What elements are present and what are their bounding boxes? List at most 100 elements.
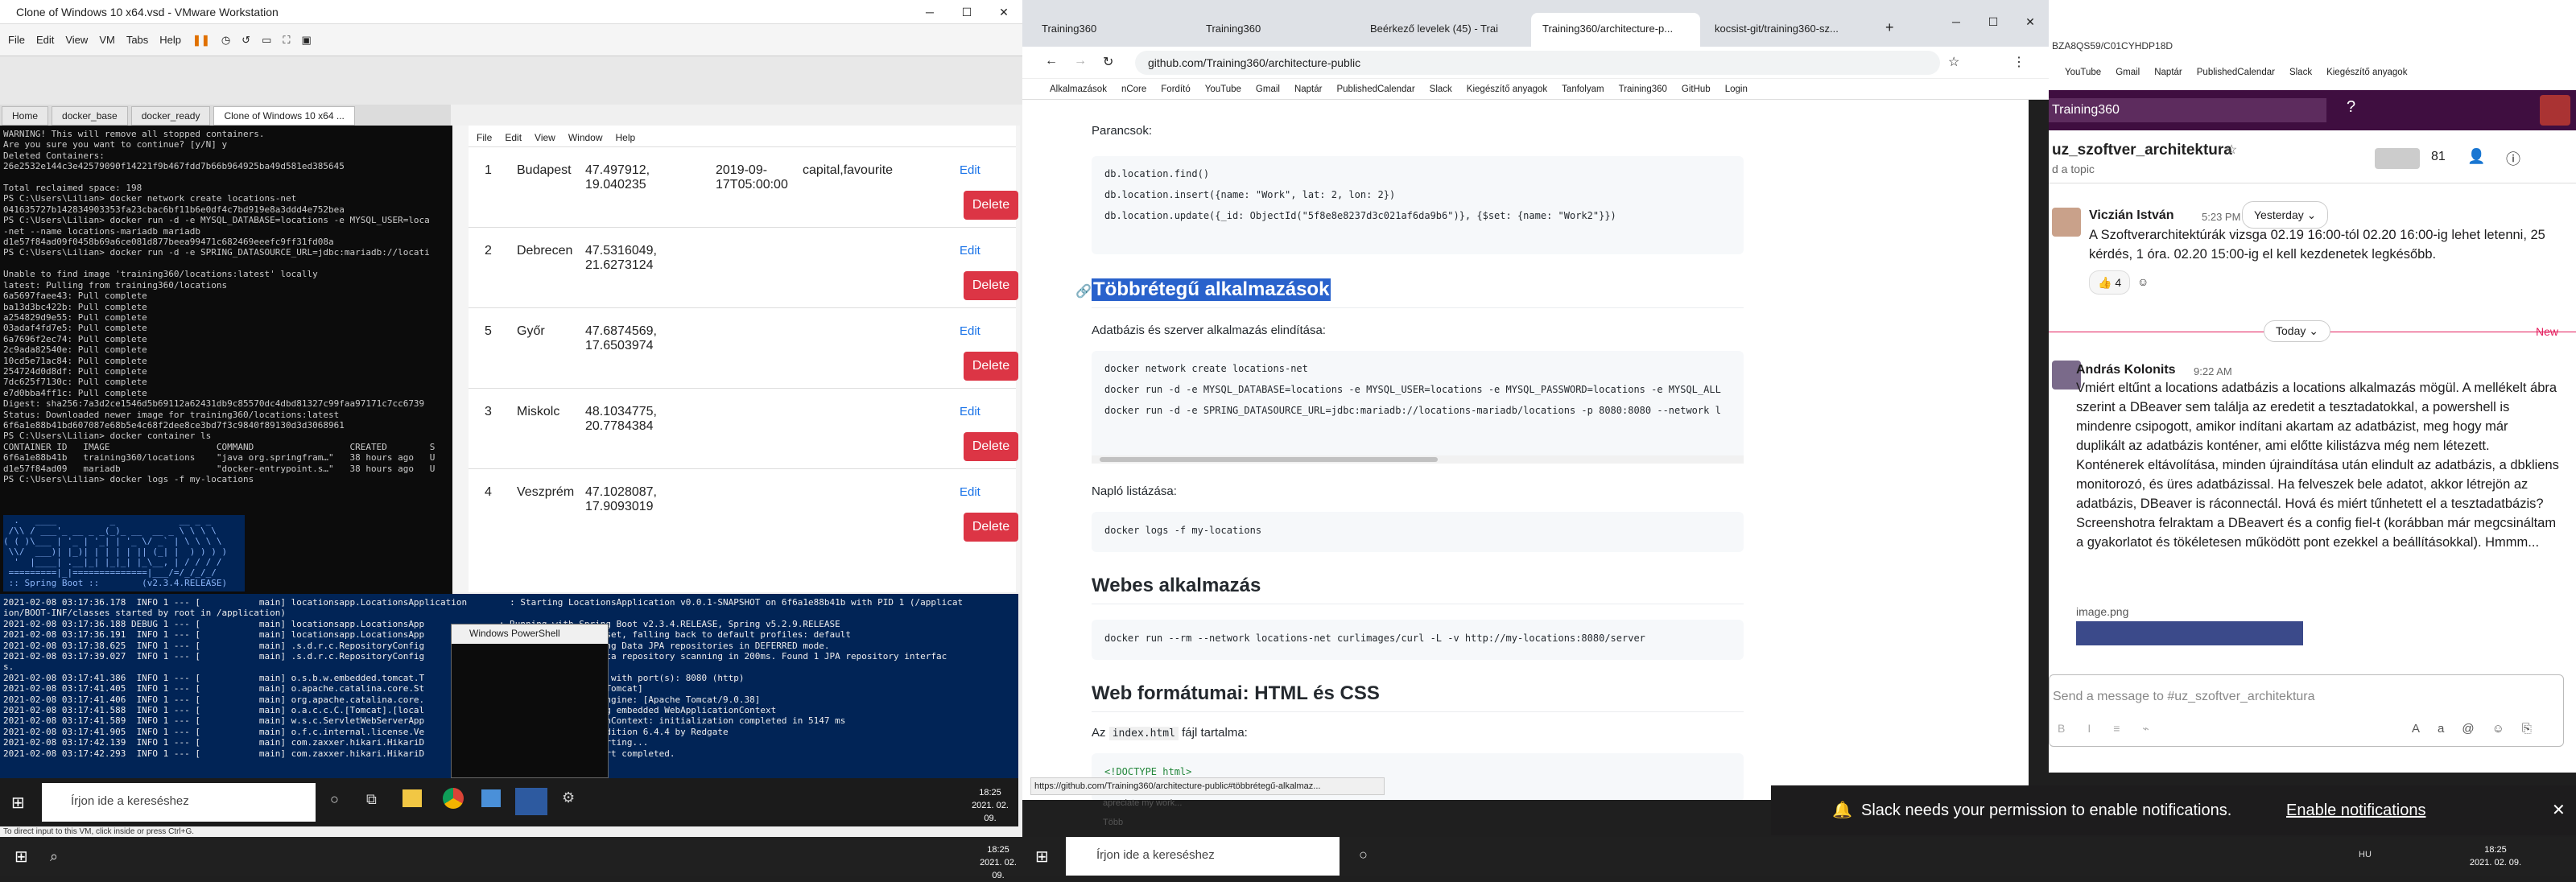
slack-bookmark-slack[interactable]: Slack bbox=[2289, 68, 2312, 85]
cortana-icon[interactable]: ○ bbox=[1359, 847, 1368, 863]
menu-dots-icon[interactable]: ⋮ bbox=[2013, 54, 2025, 70]
code-block-curl[interactable]: docker run --rm --network locations-net … bbox=[1092, 620, 1744, 660]
tab-docker-ready[interactable]: docker_ready bbox=[130, 106, 211, 126]
member-count[interactable]: 81 bbox=[2431, 150, 2446, 164]
task-view-icon[interactable]: ⧉ bbox=[366, 791, 377, 808]
bookmark-training360[interactable]: Training360 bbox=[1619, 84, 1667, 94]
date-divider-today[interactable]: Today ⌄ bbox=[2264, 320, 2330, 342]
app-menu-window[interactable]: Window bbox=[568, 132, 603, 143]
close-notification-icon[interactable]: ✕ bbox=[2552, 800, 2566, 820]
search-icon[interactable]: ⌕ bbox=[50, 848, 58, 865]
help-icon[interactable]: ? bbox=[2347, 98, 2355, 117]
delete-button[interactable]: Delete bbox=[964, 432, 1018, 461]
channel-topic[interactable]: d a topic bbox=[2052, 163, 2095, 175]
close-button[interactable]: ✕ bbox=[985, 0, 1022, 24]
menu-help[interactable]: Help bbox=[159, 34, 181, 46]
horizontal-scrollbar[interactable] bbox=[1092, 455, 1744, 464]
forward-icon[interactable]: → bbox=[1074, 54, 1087, 68]
enable-notifications-link[interactable]: Enable notifications bbox=[2286, 802, 2425, 820]
host-search-input[interactable]: Írjon ide a kereséshez bbox=[1066, 837, 1340, 876]
edit-link[interactable]: Edit bbox=[960, 405, 980, 418]
composer-input[interactable]: Send a message to #uz_szoftver_architekt… bbox=[2053, 690, 2315, 704]
edit-link[interactable]: Edit bbox=[960, 163, 980, 177]
bookmark-kiegeszito[interactable]: Kiegészítő anyagok bbox=[1467, 84, 1547, 94]
formatting-toolbar[interactable]: BI≡⌁ bbox=[2058, 722, 2172, 736]
browser-tab-3[interactable]: Beérkező levelek (45) - Trai bbox=[1359, 13, 1528, 47]
message-time[interactable]: 5:23 PM bbox=[2202, 208, 2240, 227]
edit-link[interactable]: Edit bbox=[960, 485, 980, 499]
browser-tab-4[interactable]: Training360/architecture-p... bbox=[1531, 13, 1700, 47]
composer-actions[interactable]: Aa@☺⎘ bbox=[2412, 722, 2549, 736]
delete-button[interactable]: Delete bbox=[964, 191, 1018, 220]
windows-start-icon[interactable]: ⊞ bbox=[11, 793, 25, 813]
bookmark-naptar[interactable]: Naptár bbox=[1294, 84, 1323, 94]
slack-bookmark-naptar[interactable]: Naptár bbox=[2154, 68, 2182, 85]
revert-icon[interactable]: ↺ bbox=[242, 34, 250, 47]
add-member-icon[interactable]: 👤 bbox=[2467, 148, 2485, 165]
browser-maximize-button[interactable]: ☐ bbox=[1975, 10, 2012, 34]
date-divider-yesterday[interactable]: Yesterday ⌄ bbox=[2242, 201, 2329, 229]
tab-docker-base[interactable]: docker_base bbox=[52, 106, 128, 126]
bookmark-apps[interactable]: Alkalmazások bbox=[1050, 84, 1107, 94]
minimize-button[interactable]: ─ bbox=[911, 0, 948, 24]
code-block-logs[interactable]: docker logs -f my-locations bbox=[1092, 512, 1744, 552]
vscode-icon[interactable] bbox=[481, 789, 501, 807]
app-menu-edit[interactable]: Edit bbox=[505, 132, 522, 143]
powershell-taskbar-icon[interactable] bbox=[515, 788, 547, 815]
maximize-button[interactable]: ☐ bbox=[948, 0, 985, 24]
slack-bookmark-youtube[interactable]: YouTube bbox=[2065, 68, 2101, 85]
bookmark-fordito[interactable]: Fordító bbox=[1161, 84, 1190, 94]
bookmark-gmail[interactable]: Gmail bbox=[1256, 84, 1280, 94]
browser-minimize-button[interactable]: ─ bbox=[1938, 10, 1975, 34]
reaction-thumbs[interactable]: 👍 4 bbox=[2089, 270, 2131, 295]
file-explorer-icon[interactable] bbox=[402, 789, 422, 807]
address-bar[interactable]: github.com/Training360/architecture-publ… bbox=[1135, 51, 1940, 75]
bookmark-youtube[interactable]: YouTube bbox=[1205, 84, 1241, 94]
bookmark-ncore[interactable]: nCore bbox=[1121, 84, 1146, 94]
tab-clone-windows[interactable]: Clone of Windows 10 x64 ... bbox=[213, 106, 355, 126]
view-icon[interactable]: ▭ bbox=[262, 34, 271, 47]
attachment-image[interactable] bbox=[2076, 621, 2303, 645]
browser-tab-2[interactable]: Training360 bbox=[1195, 13, 1356, 47]
slack-bookmark-gmail[interactable]: Gmail bbox=[2116, 68, 2140, 85]
menu-tabs[interactable]: Tabs bbox=[126, 34, 148, 46]
pause-icon[interactable]: ❚❚ bbox=[192, 34, 210, 47]
channel-name[interactable]: uz_szoftver_architektura bbox=[2052, 142, 2232, 159]
message-composer[interactable]: Send a message to #uz_szoftver_architekt… bbox=[2049, 674, 2564, 747]
browser-tab-1[interactable]: Training360 bbox=[1030, 13, 1191, 47]
message-author[interactable]: András Kolonits bbox=[2076, 361, 2176, 380]
menu-view[interactable]: View bbox=[65, 34, 88, 46]
code-block-docker-run[interactable]: docker network create locations-net dock… bbox=[1092, 351, 1744, 462]
delete-button[interactable]: Delete bbox=[964, 513, 1018, 542]
windows-start-icon[interactable]: ⊞ bbox=[1035, 847, 1049, 867]
app-menu-file[interactable]: File bbox=[477, 132, 492, 143]
bookmark-tanfolyam[interactable]: Tanfolyam bbox=[1562, 84, 1604, 94]
app-menu-view[interactable]: View bbox=[535, 132, 555, 143]
menu-file[interactable]: File bbox=[8, 34, 25, 46]
delete-button[interactable]: Delete bbox=[964, 352, 1018, 381]
windows-start-icon[interactable]: ⊞ bbox=[14, 847, 28, 867]
slack-bookmark-calendar[interactable]: PublishedCalendar bbox=[2197, 68, 2275, 85]
member-avatars[interactable] bbox=[2375, 148, 2420, 169]
bookmark-login[interactable]: Login bbox=[1725, 84, 1748, 94]
star-channel-icon[interactable]: ☆ bbox=[2226, 142, 2237, 158]
attachment-name[interactable]: image.png bbox=[2076, 602, 2128, 621]
add-reaction-icon[interactable]: ☺ bbox=[2137, 272, 2149, 291]
info-icon[interactable]: ⓘ bbox=[2506, 148, 2520, 169]
app-menu-help[interactable]: Help bbox=[616, 132, 636, 143]
cortana-icon[interactable]: ○ bbox=[330, 791, 339, 808]
star-icon[interactable]: ☆ bbox=[1948, 54, 1959, 70]
menu-vm[interactable]: VM bbox=[99, 34, 115, 46]
language-indicator[interactable]: HU bbox=[2359, 850, 2372, 859]
snapshot-icon[interactable]: ◷ bbox=[221, 34, 230, 47]
message-author[interactable]: Viczián István bbox=[2089, 206, 2174, 225]
new-tab-icon[interactable]: + bbox=[1876, 13, 1908, 47]
powershell-window[interactable]: Windows PowerShell bbox=[451, 624, 609, 778]
tab-home[interactable]: Home bbox=[2, 106, 49, 126]
bookmark-github[interactable]: GitHub bbox=[1682, 84, 1711, 94]
anchor-link-icon[interactable]: 🔗 bbox=[1075, 283, 1092, 299]
browser-close-button[interactable]: ✕ bbox=[2012, 10, 2049, 34]
browser-tab-5[interactable]: kocsist-git/training360-sz... bbox=[1703, 13, 1872, 47]
slack-search[interactable]: Training360 bbox=[2049, 98, 2326, 122]
delete-button[interactable]: Delete bbox=[964, 271, 1018, 300]
